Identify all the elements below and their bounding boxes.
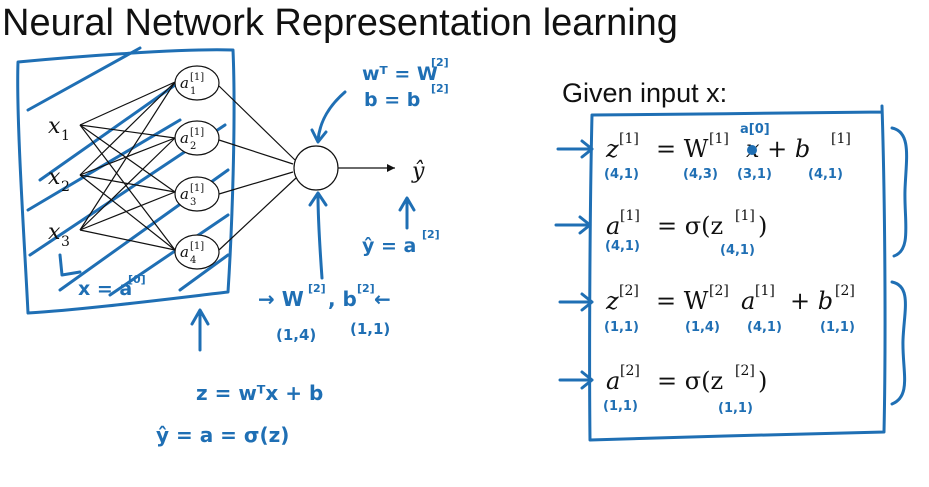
svg-text:(4,1): (4,1) bbox=[604, 167, 639, 182]
svg-text:1: 1 bbox=[61, 128, 70, 144]
svg-text:[1]: [1] bbox=[831, 131, 851, 147]
output-node bbox=[293, 145, 339, 191]
svg-text:2: 2 bbox=[190, 141, 196, 152]
ink-arrow-up bbox=[190, 308, 210, 352]
ink-w2-b2: → W bbox=[258, 287, 304, 311]
equation-2: a [1] = σ(z [1] ) (4,1) (4,1) bbox=[605, 208, 767, 258]
svg-text:): ) bbox=[758, 212, 767, 240]
svg-text:a: a bbox=[741, 287, 755, 315]
output-label: ŷ bbox=[411, 159, 425, 184]
svg-text:(1,4): (1,4) bbox=[685, 320, 720, 335]
equation-4: a [2] = σ(z [2] ) (1,1) (1,1) bbox=[603, 363, 767, 416]
svg-text:[2]: [2] bbox=[709, 283, 729, 299]
ink-w2-dim: (1,4) bbox=[276, 326, 316, 344]
svg-text:(1,1): (1,1) bbox=[603, 399, 638, 414]
ink-b2-arrow: ← bbox=[374, 287, 391, 311]
svg-text:(4,1): (4,1) bbox=[808, 167, 843, 182]
svg-text:): ) bbox=[758, 367, 767, 395]
input-node-x3: x 3 bbox=[48, 220, 70, 250]
svg-text:[1]: [1] bbox=[619, 131, 639, 147]
ink-arrow-top bbox=[316, 90, 347, 142]
svg-text:[1]: [1] bbox=[755, 283, 775, 299]
svg-text:[2]: [2] bbox=[620, 363, 640, 379]
svg-text:a: a bbox=[180, 129, 189, 147]
ink-w2-sup: [2] bbox=[308, 282, 326, 295]
svg-text:a[0]: a[0] bbox=[740, 122, 770, 137]
svg-text:1: 1 bbox=[190, 86, 196, 97]
svg-text:[1]: [1] bbox=[190, 241, 204, 252]
hidden-node-2: a [1] 2 bbox=[174, 120, 220, 156]
svg-text:x: x bbox=[48, 220, 61, 245]
ink-wt-eq-w2-sup: [2] bbox=[431, 56, 449, 69]
equation-1: z [1] = W [1] x + b [1] a[0] (4,1) (4,3)… bbox=[604, 122, 851, 182]
svg-text:[1]: [1] bbox=[620, 208, 640, 224]
svg-text:= σ(z: = σ(z bbox=[657, 212, 723, 240]
ink-arrow-eq3 bbox=[558, 292, 594, 312]
svg-text:z: z bbox=[605, 135, 619, 163]
brace-upper bbox=[890, 126, 909, 258]
equations-frame bbox=[588, 104, 887, 442]
hidden-node-4: a [1] 4 bbox=[174, 234, 220, 270]
ink-b2-sup: [2] bbox=[357, 282, 375, 295]
svg-text:+ b: + b bbox=[790, 287, 833, 315]
svg-text:[1]: [1] bbox=[190, 127, 204, 138]
ink-x-eq-a0-sup: [0] bbox=[128, 273, 146, 286]
brace-lower bbox=[890, 280, 907, 406]
svg-text:x: x bbox=[48, 165, 61, 190]
ink-b-eq-b2-sup: [2] bbox=[431, 82, 449, 95]
svg-text:(4,1): (4,1) bbox=[720, 243, 755, 258]
svg-text:(1,1): (1,1) bbox=[820, 320, 855, 335]
svg-text:x: x bbox=[48, 114, 61, 139]
ink-hook bbox=[58, 253, 82, 277]
svg-text:(1,1): (1,1) bbox=[718, 401, 753, 416]
svg-text:(4,3): (4,3) bbox=[683, 167, 718, 182]
svg-text:z: z bbox=[605, 287, 619, 315]
svg-text:a: a bbox=[606, 212, 620, 240]
svg-text:[1]: [1] bbox=[709, 131, 729, 147]
svg-text:[2]: [2] bbox=[619, 283, 639, 299]
ink-z-eq: z = wᵀx + b bbox=[196, 381, 323, 405]
ink-arrow-eq2 bbox=[554, 215, 592, 235]
svg-text:4: 4 bbox=[190, 255, 196, 266]
equation-3: z [2] = W [2] a [1] + b [2] (1,1) (1,4) … bbox=[604, 283, 855, 335]
svg-text:a: a bbox=[606, 367, 620, 395]
svg-text:a: a bbox=[180, 185, 189, 203]
svg-text:= W: = W bbox=[656, 287, 709, 315]
ink-b-eq-b2: b = b bbox=[364, 89, 420, 111]
ink-yhat-eq-a2-sup: [2] bbox=[422, 228, 440, 241]
svg-text:(1,1): (1,1) bbox=[604, 320, 639, 335]
ink-arrow-eq4 bbox=[558, 370, 594, 390]
ink-b2-dim: (1,1) bbox=[350, 320, 390, 338]
ink-yhat-eq-a2: ŷ = a bbox=[362, 235, 416, 257]
svg-text:[2]: [2] bbox=[735, 363, 755, 379]
svg-text:3: 3 bbox=[190, 197, 196, 208]
ink-arrow-bottom bbox=[316, 193, 324, 280]
svg-text:a: a bbox=[180, 74, 189, 92]
input-node-x1: x 1 bbox=[48, 114, 70, 144]
svg-text:3: 3 bbox=[61, 234, 70, 250]
svg-text:[1]: [1] bbox=[190, 72, 204, 83]
diagram-canvas: x 1 x 2 x 3 a [1] 1 a [1] 2 a [1] 3 a [1… bbox=[16, 46, 909, 447]
svg-text:(4,1): (4,1) bbox=[747, 320, 782, 335]
input-hidden-edges bbox=[79, 81, 176, 251]
svg-text:[1]: [1] bbox=[190, 183, 204, 194]
ink-wt-eq-w2: wᵀ = W bbox=[362, 63, 438, 85]
svg-text:= W: = W bbox=[656, 135, 709, 163]
ink-x-eq-a0: x = a bbox=[78, 278, 132, 300]
svg-text:a: a bbox=[180, 243, 189, 261]
svg-text:(4,1): (4,1) bbox=[605, 239, 640, 254]
svg-text:= σ(z: = σ(z bbox=[657, 367, 723, 395]
ink-arrow-yhat bbox=[398, 196, 416, 230]
hidden-node-3: a [1] 3 bbox=[174, 176, 220, 212]
hidden-node-1: a [1] 1 bbox=[174, 65, 220, 101]
ink-yhat-eq: ŷ = a = σ(z) bbox=[156, 423, 289, 447]
ink-arrow-eq1 bbox=[556, 139, 594, 159]
svg-text:(3,1): (3,1) bbox=[737, 167, 772, 182]
svg-text:[1]: [1] bbox=[735, 208, 755, 224]
svg-text:2: 2 bbox=[61, 179, 70, 195]
svg-text:[2]: [2] bbox=[835, 283, 855, 299]
ink-b2-part: , b bbox=[328, 287, 357, 311]
